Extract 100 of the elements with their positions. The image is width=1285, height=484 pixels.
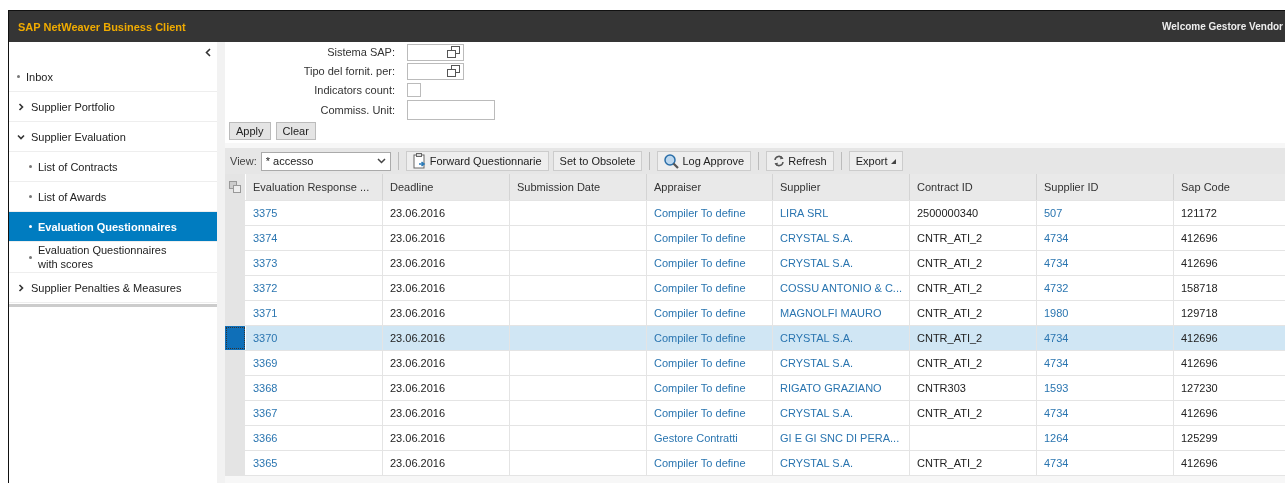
table-cell: 23.06.2016 bbox=[390, 332, 446, 344]
table-cell: 23.06.2016 bbox=[390, 257, 446, 269]
link[interactable]: Gestore Contratti bbox=[654, 432, 738, 444]
link[interactable]: 507 bbox=[1044, 207, 1063, 219]
nav-group[interactable]: Supplier Evaluation bbox=[9, 122, 217, 152]
column-header[interactable]: Supplier bbox=[773, 174, 910, 200]
nav-item[interactable]: Inbox bbox=[9, 62, 217, 92]
column-header[interactable]: Deadline bbox=[383, 174, 510, 200]
toolbar-button[interactable]: Refresh bbox=[766, 151, 834, 171]
table-row[interactable]: 3366 23.06.2016 Gestore Contratti GI E GI SNC DI PERA... 1264 125299 bbox=[225, 426, 1285, 451]
link[interactable]: 3375 bbox=[253, 207, 278, 219]
link[interactable]: CRYSTAL S.A. bbox=[780, 357, 854, 369]
column-header[interactable]: Sap Code bbox=[1174, 174, 1285, 200]
table-cell: CNTR_ATI_2 bbox=[917, 307, 983, 319]
column-header[interactable]: Supplier ID bbox=[1037, 174, 1174, 200]
filter-button[interactable]: Apply bbox=[229, 122, 271, 140]
table-row[interactable]: 3368 23.06.2016 Compiler To define RIGATO GRAZIANO CNTR303 1593 127230 bbox=[225, 376, 1285, 401]
link[interactable]: LIRA SRL bbox=[780, 207, 829, 219]
link[interactable]: CRYSTAL S.A. bbox=[780, 457, 854, 469]
table-row[interactable]: 3373 23.06.2016 Compiler To define CRYSTAL S.A. CNTR_ATI_2 4734 412696 bbox=[225, 251, 1285, 276]
table-row[interactable]: 3374 23.06.2016 Compiler To define CRYSTAL S.A. CNTR_ATI_2 4734 412696 bbox=[225, 226, 1285, 251]
link[interactable]: Compiler To define bbox=[654, 282, 746, 294]
link[interactable]: CRYSTAL S.A. bbox=[780, 257, 854, 269]
link[interactable]: Compiler To define bbox=[654, 207, 746, 219]
link[interactable]: 3373 bbox=[253, 257, 278, 269]
nav-item[interactable]: Evaluation Questionnaires with scores bbox=[9, 242, 217, 273]
input-field[interactable] bbox=[407, 43, 464, 61]
table-cell: 412696 bbox=[1181, 457, 1218, 469]
window-title: SAP NetWeaver Business Client bbox=[18, 20, 186, 33]
link[interactable]: 3370 bbox=[253, 332, 278, 344]
link[interactable]: Compiler To define bbox=[654, 232, 746, 244]
link[interactable]: 3371 bbox=[253, 307, 278, 319]
table-cell: 158718 bbox=[1181, 282, 1218, 294]
value-help-icon[interactable] bbox=[447, 46, 460, 58]
table-cell: 412696 bbox=[1181, 232, 1218, 244]
column-header[interactable]: Submission Date bbox=[510, 174, 647, 200]
row-selector[interactable] bbox=[225, 326, 246, 350]
select-all-icon[interactable] bbox=[229, 181, 241, 193]
search-icon bbox=[664, 153, 680, 169]
link[interactable]: 4734 bbox=[1044, 257, 1069, 269]
column-header[interactable]: Contract ID bbox=[910, 174, 1037, 200]
table-row[interactable]: 3372 23.06.2016 Compiler To define COSSU ANTONIO & C... CNTR_ATI_2 4732 158718 bbox=[225, 276, 1285, 301]
column-header[interactable]: Appraiser bbox=[647, 174, 773, 200]
link[interactable]: 3366 bbox=[253, 432, 278, 444]
table-cell: 23.06.2016 bbox=[390, 307, 446, 319]
nav-group[interactable]: Supplier Portfolio bbox=[9, 92, 217, 122]
nav-group[interactable]: Supplier Penalties & Measures bbox=[9, 273, 217, 303]
toolbar-button[interactable]: Forward Questionnarie bbox=[405, 151, 549, 171]
nav-item[interactable]: List of Contracts bbox=[9, 152, 217, 182]
table-row[interactable]: 3369 23.06.2016 Compiler To define CRYSTAL S.A. CNTR_ATI_2 4734 412696 bbox=[225, 351, 1285, 376]
link[interactable]: Compiler To define bbox=[654, 332, 746, 344]
link[interactable]: GI E GI SNC DI PERA... bbox=[780, 432, 900, 444]
link[interactable]: RIGATO GRAZIANO bbox=[780, 382, 882, 394]
collapse-icon[interactable] bbox=[205, 47, 211, 57]
filter-button[interactable]: Clear bbox=[275, 122, 316, 140]
link[interactable]: COSSU ANTONIO & C... bbox=[780, 282, 903, 294]
table-cell: 2500000340 bbox=[917, 207, 979, 219]
link[interactable]: 1980 bbox=[1044, 307, 1069, 319]
link[interactable]: Compiler To define bbox=[654, 382, 746, 394]
link[interactable]: CRYSTAL S.A. bbox=[780, 232, 854, 244]
link[interactable]: 4734 bbox=[1044, 457, 1069, 469]
link[interactable]: Compiler To define bbox=[654, 257, 746, 269]
link[interactable]: MAGNOLFI MAURO bbox=[780, 307, 882, 319]
link[interactable]: Compiler To define bbox=[654, 307, 746, 319]
input-field[interactable] bbox=[407, 100, 495, 120]
table-row[interactable]: 3367 23.06.2016 Compiler To define CRYSTAL S.A. CNTR_ATI_2 4734 412696 bbox=[225, 401, 1285, 426]
link[interactable]: Compiler To define bbox=[654, 407, 746, 419]
toolbar-button[interactable]: Log Approve bbox=[657, 151, 752, 171]
table-row[interactable]: 3365 23.06.2016 Compiler To define CRYSTAL S.A. CNTR_ATI_2 4734 412696 bbox=[225, 451, 1285, 476]
link[interactable]: 1264 bbox=[1044, 432, 1069, 444]
link[interactable]: Compiler To define bbox=[654, 457, 746, 469]
link[interactable]: 3365 bbox=[253, 457, 278, 469]
link[interactable]: 3367 bbox=[253, 407, 278, 419]
table-cell: 23.06.2016 bbox=[390, 282, 446, 294]
column-header[interactable]: Evaluation Response ... bbox=[246, 174, 383, 200]
input-field[interactable] bbox=[407, 62, 464, 80]
table-row[interactable]: 3370 23.06.2016 Compiler To define CRYSTAL S.A. CNTR_ATI_2 4734 412696 bbox=[225, 326, 1285, 351]
value-help-icon[interactable] bbox=[447, 65, 460, 77]
link[interactable]: 3372 bbox=[253, 282, 278, 294]
link[interactable]: 3374 bbox=[253, 232, 278, 244]
view-dropdown[interactable]: * accesso bbox=[260, 151, 391, 171]
link[interactable]: 4734 bbox=[1044, 357, 1069, 369]
link[interactable]: 3369 bbox=[253, 357, 278, 369]
link[interactable]: 4734 bbox=[1044, 407, 1069, 419]
checkbox[interactable] bbox=[407, 83, 421, 97]
table-cell: CNTR_ATI_2 bbox=[917, 332, 983, 344]
link[interactable]: 4732 bbox=[1044, 282, 1069, 294]
table-cell: 121172 bbox=[1181, 207, 1217, 219]
toolbar-button[interactable]: Export bbox=[848, 151, 903, 171]
link[interactable]: 1593 bbox=[1044, 382, 1069, 394]
link[interactable]: CRYSTAL S.A. bbox=[780, 332, 854, 344]
link[interactable]: 4734 bbox=[1044, 232, 1069, 244]
nav-item[interactable]: Evaluation Questionnaires bbox=[9, 212, 217, 242]
link[interactable]: 4734 bbox=[1044, 332, 1069, 344]
link[interactable]: 3368 bbox=[253, 382, 278, 394]
link[interactable]: CRYSTAL S.A. bbox=[780, 407, 854, 419]
link[interactable]: Compiler To define bbox=[654, 357, 746, 369]
table-row[interactable]: 3375 23.06.2016 Compiler To define LIRA SRL 2500000340 507 121172 bbox=[225, 201, 1285, 226]
toolbar-button[interactable]: Set to Obsolete bbox=[552, 151, 643, 171]
chevron-down-icon bbox=[376, 158, 386, 164]
